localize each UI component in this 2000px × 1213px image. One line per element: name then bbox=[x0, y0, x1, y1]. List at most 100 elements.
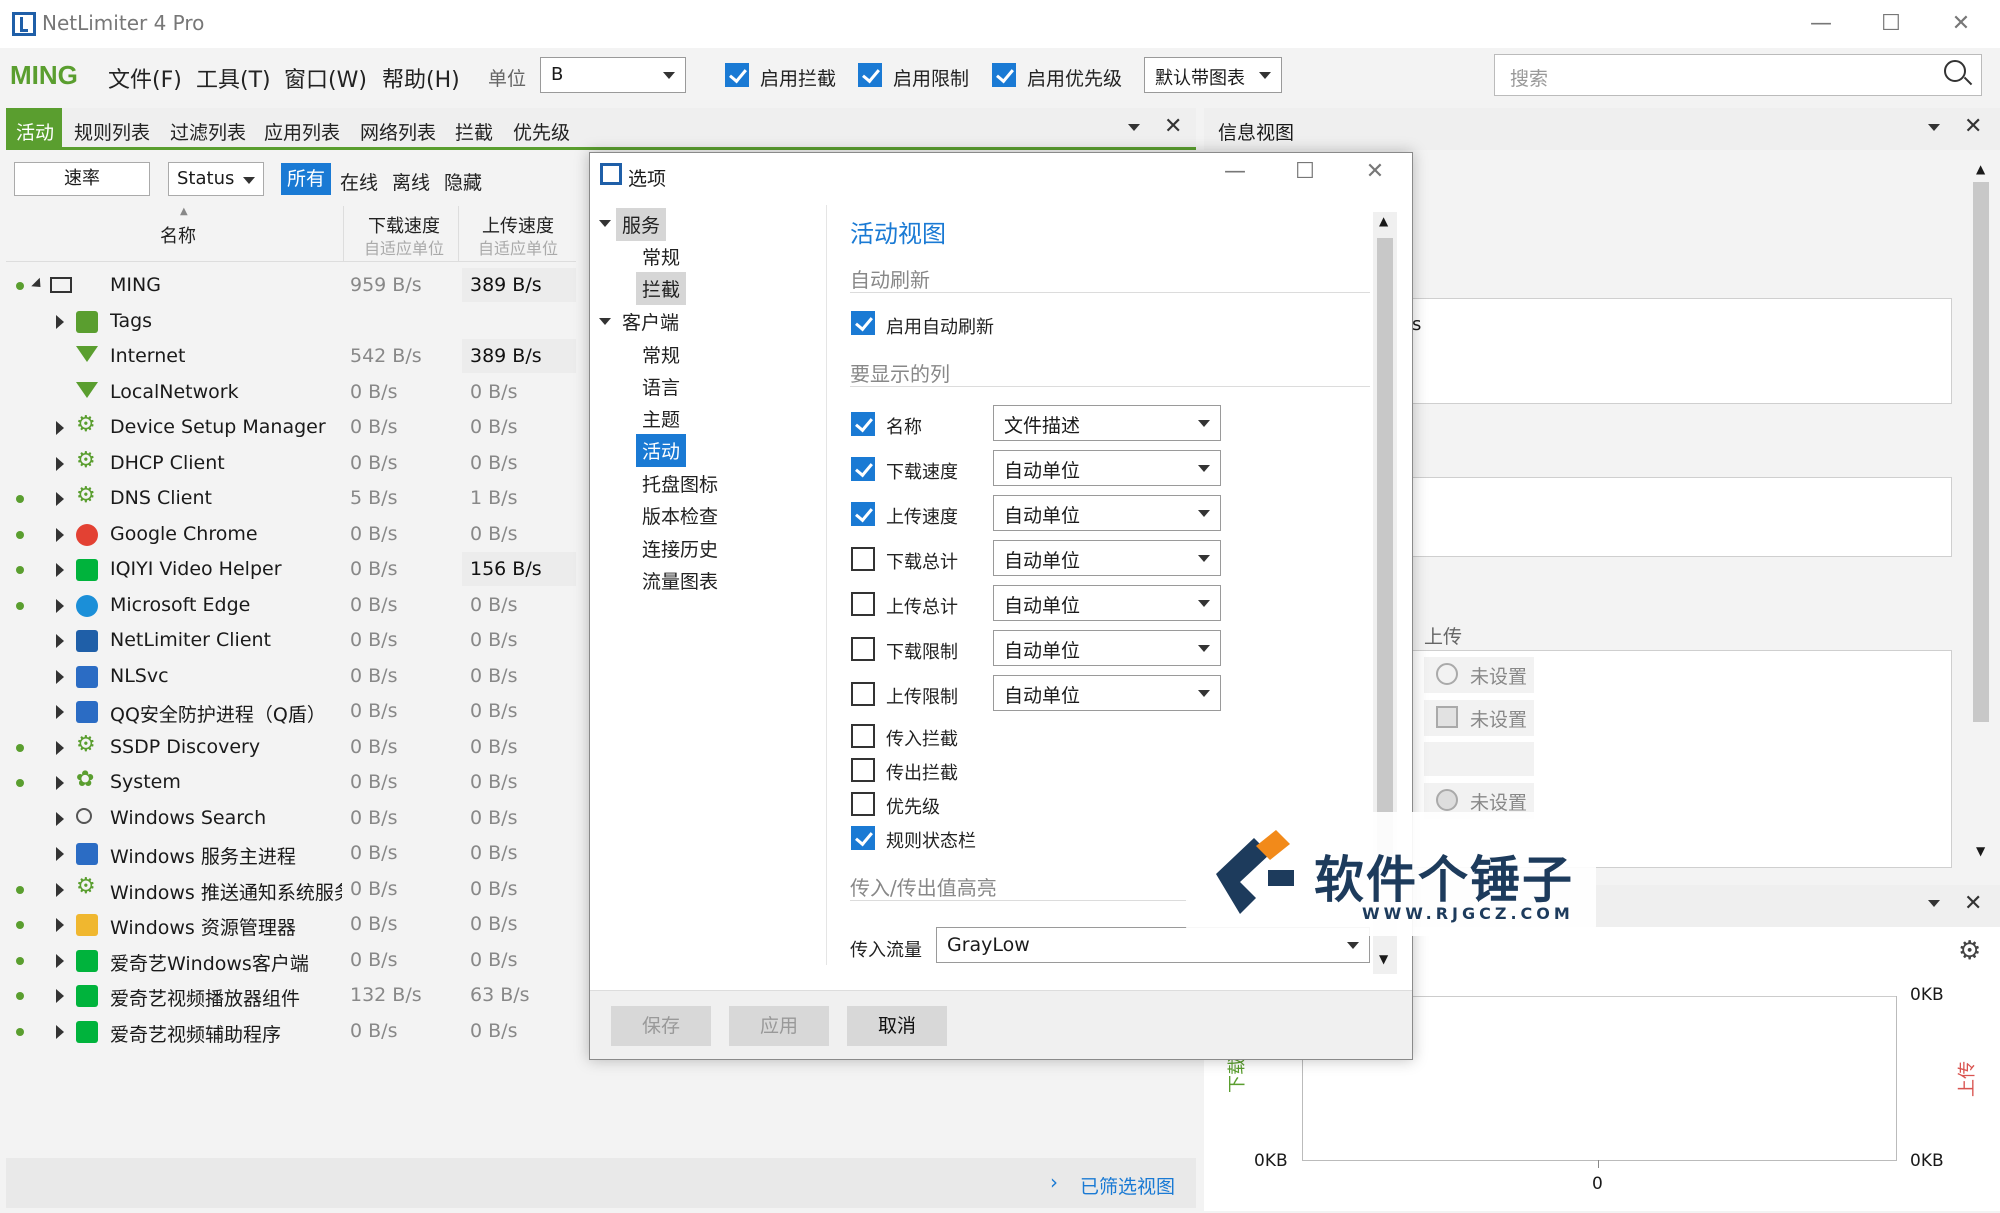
tree-item-service-general[interactable]: 常规 bbox=[642, 243, 680, 270]
expand-icon[interactable] bbox=[56, 527, 64, 542]
column-option-select[interactable]: 自动单位 bbox=[993, 450, 1221, 486]
tree-item-client[interactable]: 客户端 bbox=[622, 308, 679, 335]
dialog-maximize-button[interactable]: ☐ bbox=[1280, 156, 1330, 188]
table-row[interactable]: ⚙ Windows 推送通知系统服务 0 B/s 0 B/s bbox=[6, 872, 576, 908]
expand-icon[interactable] bbox=[56, 882, 64, 897]
table-row[interactable]: 爱奇艺视频辅助程序 0 B/s 0 B/s bbox=[6, 1014, 576, 1050]
search-input[interactable] bbox=[1494, 54, 1982, 96]
table-row[interactable]: ⚙ DHCP Client 0 B/s 0 B/s bbox=[6, 446, 576, 482]
table-row[interactable]: Windows 服务主进程 0 B/s 0 B/s bbox=[6, 836, 576, 872]
info-view-menu-icon[interactable] bbox=[1928, 124, 1940, 131]
menu-window[interactable]: 窗口(W) bbox=[284, 62, 367, 94]
table-row[interactable]: 爱奇艺视频播放器组件 132 B/s 63 B/s bbox=[6, 978, 576, 1014]
dialog-close-button[interactable]: ✕ bbox=[1350, 156, 1400, 188]
graph-menu-icon[interactable] bbox=[1928, 900, 1940, 907]
expand-icon[interactable] bbox=[56, 953, 64, 968]
column-option-checkbox[interactable] bbox=[851, 724, 875, 748]
expand-icon[interactable] bbox=[56, 421, 64, 435]
filter-all-button[interactable]: 所有 bbox=[281, 163, 331, 195]
maximize-button[interactable]: ☐ bbox=[1866, 8, 1916, 40]
chart-layout-select[interactable]: 默认带图表 bbox=[1144, 57, 1282, 93]
table-row[interactable]: NLSvc 0 B/s 0 B/s bbox=[6, 659, 576, 695]
column-name[interactable]: 名称 bbox=[130, 222, 226, 248]
tree-item-service-blocking[interactable]: 拦截 bbox=[636, 272, 687, 305]
tree-item-language[interactable]: 语言 bbox=[642, 373, 680, 400]
expand-icon[interactable] bbox=[56, 811, 64, 826]
expand-icon[interactable] bbox=[56, 314, 64, 329]
tree-item-traffic-chart[interactable]: 流量图表 bbox=[642, 567, 718, 594]
table-row[interactable]: Internet 542 B/s 389 B/s bbox=[6, 339, 576, 375]
column-option-checkbox[interactable] bbox=[851, 637, 875, 661]
column-option-checkbox[interactable] bbox=[851, 592, 875, 616]
scroll-thumb[interactable] bbox=[1377, 238, 1393, 864]
expand-icon[interactable] bbox=[56, 669, 64, 684]
expand-icon[interactable] bbox=[56, 492, 64, 506]
table-row[interactable]: ⚙ SSDP Discovery 0 B/s 0 B/s bbox=[6, 730, 576, 766]
expand-icon[interactable] bbox=[56, 634, 64, 648]
column-option-checkbox[interactable] bbox=[851, 792, 875, 816]
scroll-thumb[interactable] bbox=[1973, 182, 1989, 722]
tab-activity[interactable]: 活动 bbox=[16, 118, 54, 145]
tree-item-theme[interactable]: 主题 bbox=[642, 405, 680, 432]
search-icon[interactable] bbox=[1944, 60, 1966, 82]
tree-item-activity[interactable]: 活动 bbox=[636, 434, 687, 467]
table-row[interactable]: Tags bbox=[6, 304, 576, 340]
enable-priorities-checkbox[interactable] bbox=[992, 63, 1016, 87]
filter-offline-button[interactable]: 离线 bbox=[392, 168, 430, 195]
table-row[interactable]: LocalNetwork 0 B/s 0 B/s bbox=[6, 375, 576, 411]
table-row[interactable]: NetLimiter Client 0 B/s 0 B/s bbox=[6, 623, 576, 659]
expand-icon[interactable] bbox=[56, 847, 64, 861]
column-option-checkbox[interactable] bbox=[851, 547, 875, 571]
expand-icon[interactable] bbox=[56, 456, 64, 471]
tab-priorities[interactable]: 优先级 bbox=[513, 118, 570, 145]
tab-networks[interactable]: 网络列表 bbox=[360, 118, 436, 145]
cancel-button[interactable]: 取消 bbox=[847, 1006, 947, 1046]
table-row[interactable]: 爱奇艺Windows客户端 0 B/s 0 B/s bbox=[6, 943, 576, 979]
minimize-button[interactable]: — bbox=[1796, 8, 1846, 40]
close-info-view-icon[interactable]: ✕ bbox=[1964, 114, 1982, 139]
filter-hidden-button[interactable]: 隐藏 bbox=[444, 168, 482, 195]
collapse-icon[interactable] bbox=[31, 277, 45, 292]
menu-tools[interactable]: 工具(T) bbox=[196, 62, 271, 94]
status-select[interactable]: Status bbox=[168, 162, 264, 196]
table-row[interactable]: Windows Search 0 B/s 0 B/s bbox=[6, 801, 576, 837]
table-row[interactable]: MING 959 B/s 389 B/s bbox=[6, 268, 576, 304]
table-row[interactable]: IQIYI Video Helper 0 B/s 156 B/s bbox=[6, 552, 576, 588]
expand-icon[interactable] bbox=[56, 918, 64, 932]
column-option-select[interactable]: 文件描述 bbox=[993, 405, 1221, 441]
expand-icon[interactable] bbox=[56, 989, 64, 1003]
gear-icon[interactable]: ⚙ bbox=[1958, 936, 1981, 966]
tab-menu-chevron-icon[interactable] bbox=[1128, 124, 1140, 131]
column-option-select[interactable]: 自动单位 bbox=[993, 675, 1221, 711]
column-option-select[interactable]: 自动单位 bbox=[993, 540, 1221, 576]
expand-icon[interactable] bbox=[56, 740, 64, 755]
tree-expand-icon[interactable] bbox=[599, 318, 611, 325]
unit-select[interactable]: B bbox=[540, 57, 686, 93]
table-row[interactable]: Google Chrome 0 B/s 0 B/s bbox=[6, 517, 576, 553]
save-button[interactable]: 保存 bbox=[611, 1006, 711, 1046]
apply-button[interactable]: 应用 bbox=[729, 1006, 829, 1046]
table-row[interactable]: ⚙ DNS Client 5 B/s 1 B/s bbox=[6, 481, 576, 517]
dialog-minimize-button[interactable]: — bbox=[1210, 156, 1260, 188]
expand-icon[interactable] bbox=[56, 1024, 64, 1039]
table-row[interactable]: Windows 资源管理器 0 B/s 0 B/s bbox=[6, 907, 576, 943]
tree-item-version-check[interactable]: 版本检查 bbox=[642, 502, 718, 529]
column-option-checkbox[interactable] bbox=[851, 682, 875, 706]
tree-item-connection-history[interactable]: 连接历史 bbox=[642, 535, 718, 562]
tab-apps[interactable]: 应用列表 bbox=[264, 118, 340, 145]
column-option-select[interactable]: 自动单位 bbox=[993, 495, 1221, 531]
tree-item-client-general[interactable]: 常规 bbox=[642, 341, 680, 368]
tab-blocking[interactable]: 拦截 bbox=[455, 118, 493, 145]
column-option-checkbox[interactable] bbox=[851, 758, 875, 782]
close-tab-icon[interactable]: ✕ bbox=[1164, 114, 1182, 139]
column-option-checkbox[interactable] bbox=[851, 502, 875, 526]
enable-auto-refresh-checkbox[interactable] bbox=[851, 311, 875, 335]
column-option-checkbox[interactable] bbox=[851, 457, 875, 481]
right-scrollbar[interactable]: ▲ ▼ bbox=[1970, 160, 1992, 860]
close-graph-icon[interactable]: ✕ bbox=[1964, 891, 1982, 916]
expand-icon[interactable] bbox=[56, 776, 64, 790]
tree-item-service[interactable]: 服务 bbox=[616, 208, 667, 241]
enable-blocking-checkbox[interactable] bbox=[725, 63, 749, 87]
table-row[interactable]: ⚙ Device Setup Manager 0 B/s 0 B/s bbox=[6, 410, 576, 446]
filter-online-button[interactable]: 在线 bbox=[340, 168, 378, 195]
